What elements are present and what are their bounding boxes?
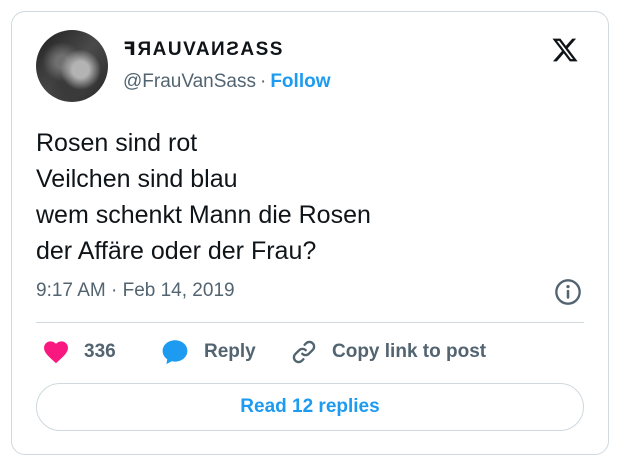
info-icon[interactable]	[554, 278, 582, 306]
like-button[interactable]: 336	[42, 336, 116, 368]
tweet-text-line: Rosen sind rot	[36, 129, 198, 157]
author-display-name[interactable]: ꟻЯAUVAИƧASS	[123, 38, 284, 61]
copy-link-button[interactable]: Copy link to post	[290, 336, 486, 368]
read-replies-button[interactable]: Read 12 replies	[36, 383, 584, 431]
avatar[interactable]	[36, 30, 108, 102]
like-count: 336	[84, 341, 116, 362]
speech-bubble-icon	[162, 340, 188, 365]
tweet-text-line: der Affäre oder der Frau?	[36, 237, 317, 265]
separator-dot: ·	[260, 71, 267, 92]
link-icon	[292, 340, 316, 364]
heart-icon	[44, 341, 68, 364]
reply-button[interactable]: Reply	[160, 336, 256, 368]
tweet-timestamp[interactable]: 9:17 AM · Feb 14, 2019	[36, 280, 235, 302]
tweet-text: Rosen sind rot Veilchen sind blau wem sc…	[36, 125, 586, 269]
author-handle[interactable]: @FrauVanSass	[123, 71, 256, 92]
reply-label: Reply	[204, 341, 256, 362]
tweet-text-line: wem schenkt Mann die Rosen	[36, 201, 371, 229]
follow-link[interactable]: Follow	[270, 71, 330, 92]
tweet-text-line: Veilchen sind blau	[36, 165, 238, 193]
tweet-card: ꟻЯAUVAИƧASS @FrauVanSass · Follow Rosen si…	[11, 11, 609, 455]
x-logo-icon[interactable]	[550, 36, 580, 64]
copy-link-label: Copy link to post	[332, 341, 487, 362]
divider	[36, 322, 584, 323]
author-handle-row: @FrauVanSass · Follow	[123, 71, 330, 93]
